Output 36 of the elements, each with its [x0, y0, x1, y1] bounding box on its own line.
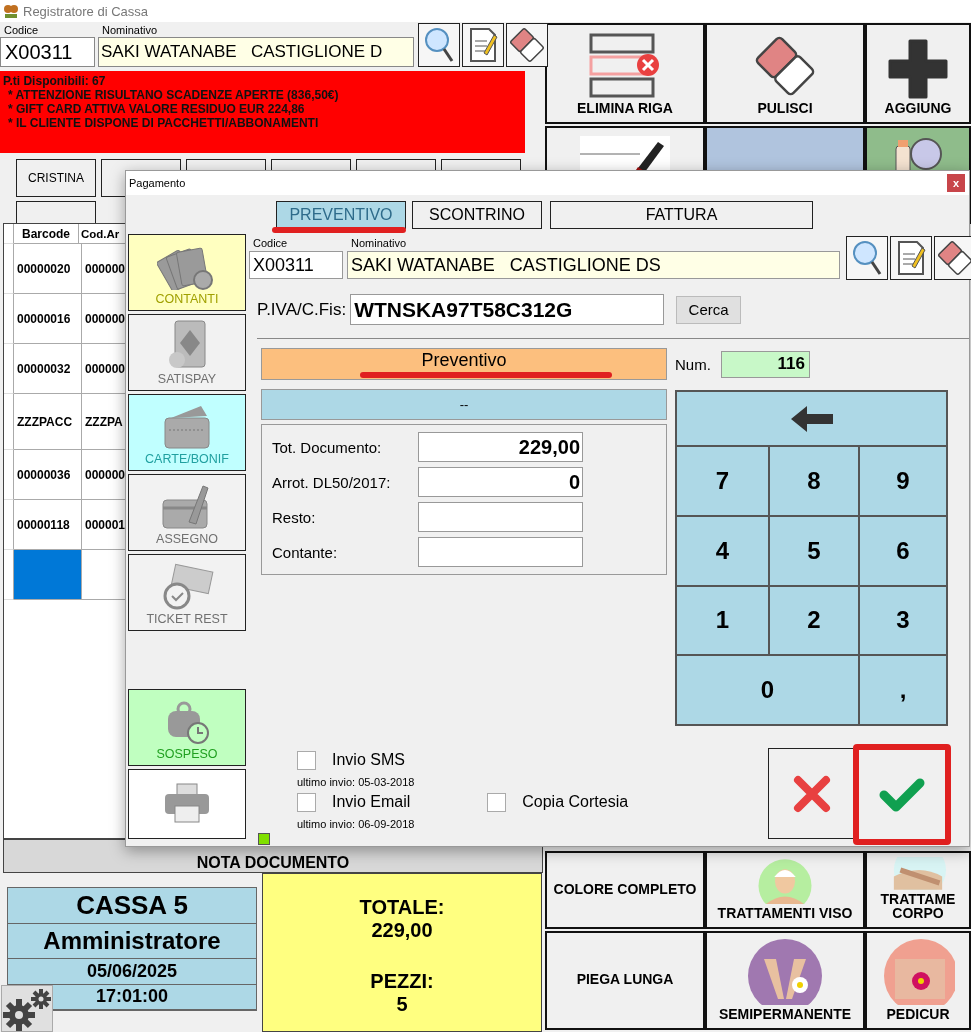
- dialog-title: Pagamento: [129, 177, 186, 189]
- table-cell: ZZZPACC: [14, 394, 82, 450]
- pieces-label: PEZZI:: [370, 970, 434, 993]
- last-sent-text: ultimo invio: 05-03-2018: [297, 776, 416, 788]
- date-text: 05/06/2025: [8, 959, 256, 985]
- table-cell: 00000032: [14, 344, 82, 394]
- table-cell: 00000016: [14, 294, 82, 344]
- total-label: TOTALE:: [359, 896, 445, 919]
- tax-id-label: P.IVA/C.Fis:: [257, 299, 347, 320]
- number-label: Num.: [675, 355, 711, 373]
- table-cell: 00000036: [14, 450, 82, 500]
- alert-text: * GIFT CARD ATTIVA VALORE RESIDUO EUR 224,86: [7, 102, 306, 116]
- status-bar: --: [261, 389, 667, 420]
- points-text: P.ti Disponibili: 67: [3, 74, 107, 88]
- checkbox-label: Invio Email: [332, 793, 411, 811]
- document-type-banner: Preventivo: [261, 348, 667, 380]
- register-name: CASSA 5: [8, 888, 256, 924]
- amount-label: Resto:: [272, 508, 317, 526]
- field-label: Codice: [252, 237, 289, 249]
- field-label: Codice: [3, 24, 40, 36]
- field-label: Nominativo: [350, 237, 408, 249]
- last-sent-text: ultimo invio: 06-09-2018: [297, 818, 416, 830]
- column-header: Barcode: [14, 224, 79, 244]
- amount-label: Tot. Documento:: [272, 438, 383, 456]
- field-label: Nominativo: [101, 24, 159, 36]
- pieces-value: 5: [396, 993, 408, 1016]
- alert-text: * ATTENZIONE RISULTANO SCADENZE APERTE (836,50€): [7, 88, 340, 102]
- table-cell: 00000020: [14, 244, 82, 294]
- checkbox-label: Copia Cortesia: [522, 793, 629, 811]
- amount-label: Arrot. DL50/2017:: [272, 473, 392, 491]
- window-title: Registratore di Cassa: [23, 3, 148, 19]
- user-name: Amministratore: [8, 924, 256, 959]
- checkbox-label: Invio SMS: [332, 751, 405, 769]
- total-value: 229,00: [371, 919, 433, 942]
- amount-label: Contante:: [272, 543, 339, 561]
- alert-text: * IL CLIENTE DISPONE DI PACCHETTI/ABBONAMENTI: [7, 116, 320, 130]
